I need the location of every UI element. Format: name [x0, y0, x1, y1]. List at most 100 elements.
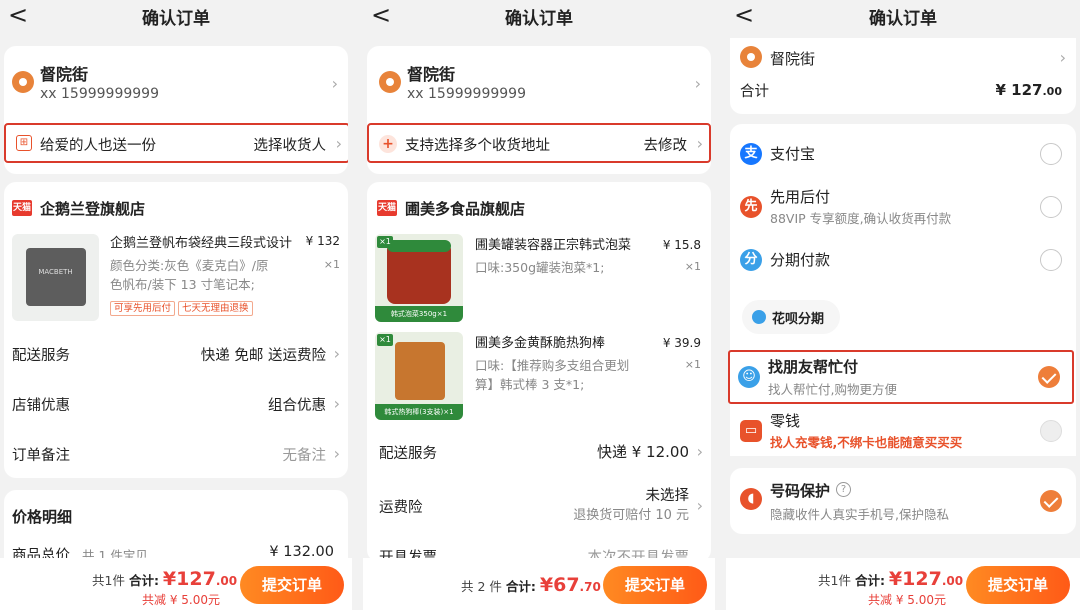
submit-order-button[interactable]: 提交订单 [240, 566, 344, 604]
product-title[interactable]: 企鹅兰登帆布袋经典三段式设计 [110, 234, 292, 253]
product-title[interactable]: 圃美多金黄酥脆热狗棒 [475, 334, 605, 353]
privacy-sub: 隐藏收件人真实手机号,保护隐私 [770, 507, 949, 522]
total-line: 共1件 合计: ¥127.00 [818, 568, 963, 590]
pay-method-name: 先用后付 [770, 188, 831, 206]
store-card: 天猫 圃美多食品旗舰店 ×1 韩式泡菜350g×1 圃美罐装容器正宗韩式泡菜 ¥… [367, 182, 711, 562]
radio-unchecked[interactable] [1040, 143, 1062, 165]
total-amount: ¥67 [539, 574, 580, 596]
pay-method-pay-later[interactable]: 先 先用后付 88VIP 专享额度,确认收货再付款 [730, 184, 1076, 228]
multi-address-row[interactable]: + 支持选择多个收货地址 去修改 › [367, 123, 711, 163]
tag-pay-later: 可享先用后付 [110, 301, 176, 316]
radio-checked[interactable] [1040, 490, 1062, 512]
total-value: ¥ 127.00 [996, 80, 1062, 99]
tmall-badge: 天猫 [377, 200, 397, 216]
address-card: 督院街 xx 15999999999 › + 支持选择多个收货地址 去修改 › [367, 46, 711, 174]
discount-text: 共减 ¥ 5.00元 [868, 593, 946, 607]
huabei-label: 花呗分期 [772, 312, 825, 327]
pay-method-installment[interactable]: 分 分期付款 [730, 242, 1076, 278]
chevron-right-icon: › [696, 442, 703, 461]
pay-method-name: 支付宝 [770, 145, 816, 163]
address-name: 督院街 [40, 65, 89, 84]
total-amount-decimal: .70 [579, 580, 601, 594]
nav-bar: < 确认订单 [726, 0, 1080, 34]
chevron-right-icon[interactable]: › [1060, 48, 1066, 67]
row-store-discount[interactable]: 店铺优惠 组合优惠 › [4, 388, 348, 418]
radio-checked[interactable] [1038, 366, 1060, 388]
thumb-caption: 韩式热狗棒(3支装)×1 [375, 404, 463, 420]
radio-unchecked[interactable] [1040, 249, 1062, 271]
total-amount-decimal: .00 [941, 574, 964, 588]
friend-pay-icon: ☺ [738, 366, 760, 388]
product-thumbnail[interactable]: ×1 韩式热狗棒(3支装)×1 [375, 332, 463, 420]
product-spec-line2: 算】韩式棒 3 支*1; [475, 377, 585, 392]
product-qty: ×1 [684, 260, 701, 273]
tmall-badge: 天猫 [12, 200, 32, 216]
pay-method-change[interactable]: ▭ 零钱 找人充零钱,不绑卡也能随意买买买 [730, 406, 1076, 456]
total-line: 共 2 件 合计: ¥67.70 [461, 574, 601, 596]
pay-method-sub: 找人充零钱,不绑卡也能随意买买买 [770, 435, 963, 450]
radio-unchecked[interactable] [1040, 420, 1062, 442]
privacy-title: 号码保护 [770, 482, 831, 500]
pay-method-friend[interactable]: ☺ 找朋友帮忙付 找人帮忙付,购物更方便 [728, 350, 1074, 404]
row-order-note[interactable]: 订单备注 无备注 › [4, 438, 348, 468]
tag-return: 七天无理由退换 [178, 301, 253, 316]
row-label: 店铺优惠 [12, 398, 70, 414]
bottom-bar: 共1件 合计: ¥127.00 共减 ¥ 5.00元 提交订单 [0, 558, 352, 610]
alipay-icon: 支 [740, 143, 762, 165]
multi-address-action: 去修改 [643, 138, 688, 154]
product-qty: ×1 [684, 358, 701, 371]
product-price: ¥ 132 [305, 234, 340, 248]
screen-multi-address-order: < 确认订单 督院街 xx 15999999999 › + 支持选择多个收货地址… [363, 0, 715, 610]
submit-order-button[interactable]: 提交订单 [603, 566, 707, 604]
screens: < 确认订单 督院街 xx 15999999999 › ⊞ 给爱的人也送一份 选… [0, 0, 1080, 610]
bottom-bar: 共1件 合计: ¥127.00 共减 ¥ 5.00元 提交订单 [726, 558, 1080, 610]
location-pin-icon [379, 71, 401, 93]
price-detail-title: 价格明细 [12, 508, 73, 526]
product-price: ¥ 39.9 [662, 336, 701, 350]
installment-icon: 分 [740, 249, 762, 271]
store-name[interactable]: 圃美多食品旗舰店 [405, 198, 525, 219]
help-icon[interactable]: ? [836, 482, 851, 497]
row-delivery[interactable]: 配送服务 快递 ¥ 12.00 › [367, 438, 711, 468]
row-sub: 退换货可赔付 10 元 [573, 508, 689, 523]
chevron-right-icon: › [696, 134, 703, 153]
gift-icon: ⊞ [16, 135, 32, 151]
row-value: 未选择 [645, 488, 690, 504]
chevron-right-icon[interactable]: › [332, 74, 338, 93]
row-delivery[interactable]: 配送服务 快递 免邮 送运费险 › [4, 338, 348, 368]
product-spec-line2: 色帆布/装下 13 寸笔记本; [110, 277, 255, 292]
page-title: 确认订单 [505, 9, 573, 29]
product-spec-line1: 口味:350g罐装泡菜*1; [475, 260, 605, 275]
row-label: 配送服务 [379, 446, 437, 462]
product-title[interactable]: 圃美罐装容器正宗韩式泡菜 [475, 236, 631, 255]
store-card: 天猫 企鹅兰登旗舰店 MACBETH 企鹅兰登帆布袋经典三段式设计 ¥ 132 … [4, 182, 348, 478]
huabei-installment-chip[interactable]: 花呗分期 [742, 300, 840, 334]
chevron-right-icon[interactable]: › [695, 74, 701, 93]
address-phone: xx 15999999999 [407, 86, 526, 102]
screen-gift-order: < 确认订单 督院街 xx 15999999999 › ⊞ 给爱的人也送一份 选… [0, 0, 352, 610]
row-shipping-insurance[interactable]: 运费险 未选择 退换货可赔付 10 元 › [367, 484, 711, 530]
summary-card: 督院街 › 合计 ¥ 127.00 [730, 38, 1076, 114]
discount-text: 共减 ¥ 5.00元 [142, 593, 220, 607]
row-label: 运费险 [379, 500, 423, 516]
nav-bar: < 确认订单 [363, 0, 715, 34]
row-value: 快递 ¥ 12.00 [596, 443, 689, 461]
store-name[interactable]: 企鹅兰登旗舰店 [40, 198, 145, 219]
pay-method-alipay[interactable]: 支 支付宝 [730, 136, 1076, 172]
gift-action: 选择收货人 [253, 138, 327, 154]
address-name[interactable]: 督院街 [770, 48, 815, 69]
total-amount: ¥127 [162, 568, 216, 590]
huabei-icon [752, 310, 766, 324]
product-thumbnail[interactable]: MACBETH [12, 234, 99, 321]
nav-bar: < 确认订单 [0, 0, 352, 34]
radio-unchecked[interactable] [1040, 196, 1062, 218]
chevron-right-icon: › [696, 496, 703, 515]
submit-order-button[interactable]: 提交订单 [966, 566, 1070, 604]
gift-row[interactable]: ⊞ 给爱的人也送一份 选择收货人 › [4, 123, 348, 163]
product-thumbnail[interactable]: ×1 韩式泡菜350g×1 [375, 234, 463, 322]
wallet-icon: ▭ [740, 420, 762, 442]
pay-method-sub: 找人帮忙付,购物更方便 [768, 382, 897, 397]
item-count: 共1件 [92, 573, 125, 588]
total-label: 合计 [740, 84, 769, 100]
total-line: 共1件 合计: ¥127.00 [92, 568, 237, 590]
